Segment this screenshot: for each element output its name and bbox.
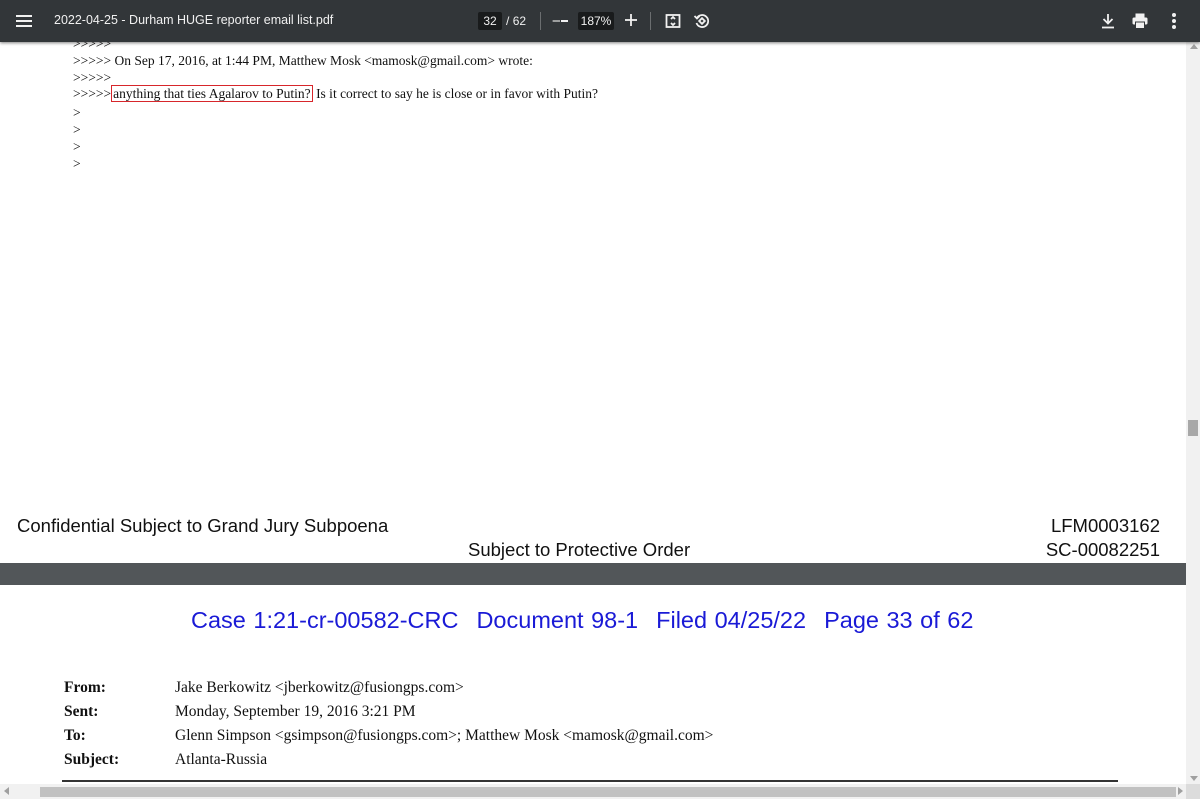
confidential-notice: Confidential Subject to Grand Jury Subpo… bbox=[17, 515, 389, 536]
vertical-scroll-thumb[interactable] bbox=[1188, 420, 1198, 436]
case-header: Case 1:21-cr-00582-CRC Document 98-1 Filed… bbox=[191, 607, 973, 634]
scroll-up-arrow-icon[interactable] bbox=[1190, 44, 1198, 49]
plus-icon bbox=[625, 14, 637, 26]
case-number: Case 1:21-cr-00582-CRC bbox=[191, 607, 459, 633]
quoted-line-highlighted: >>>>> anything that ties Agalarov to Puti… bbox=[73, 85, 598, 102]
download-icon bbox=[1102, 14, 1114, 29]
quote-prefix: >>>>> bbox=[73, 86, 112, 101]
toolbar-divider bbox=[650, 12, 651, 30]
horizontal-scroll-thumb[interactable] bbox=[40, 787, 1176, 797]
quoted-line: >>>>> On Sep 17, 2016, at 1:44 PM, Matth… bbox=[73, 53, 533, 68]
pdf-toolbar: 2022-04-25 - Durham HUGE reporter email … bbox=[0, 0, 1200, 42]
sent-label: Sent: bbox=[64, 703, 99, 720]
document-title: 2022-04-25 - Durham HUGE reporter email … bbox=[54, 13, 334, 27]
fit-to-page-icon bbox=[665, 14, 681, 28]
highlighted-text: anything that ties Agalarov to Putin? bbox=[111, 85, 313, 102]
document-number: Document 98-1 bbox=[476, 607, 639, 633]
quote-rest: Is it correct to say he is close or in f… bbox=[312, 86, 598, 101]
fit-to-page-button[interactable] bbox=[664, 12, 682, 30]
scrollbar-corner bbox=[1186, 784, 1200, 799]
vertical-scrollbar[interactable] bbox=[1186, 42, 1200, 784]
page-separator-band bbox=[0, 563, 1186, 585]
from-value: Jake Berkowitz <jberkowitz@fusiongps.com… bbox=[175, 679, 464, 696]
rotate-button[interactable] bbox=[692, 11, 712, 31]
print-button[interactable] bbox=[1130, 11, 1150, 31]
page-of: Page 33 of 62 bbox=[824, 607, 974, 633]
toolbar-divider bbox=[540, 12, 541, 30]
header-divider bbox=[62, 780, 1118, 782]
subject-label: Subject: bbox=[64, 751, 120, 768]
menu-icon[interactable] bbox=[14, 10, 38, 32]
filed-date: Filed 04/25/22 bbox=[656, 607, 807, 633]
sc-bates-number: SC-00082251 bbox=[1045, 539, 1160, 560]
from-label: From: bbox=[64, 679, 106, 696]
to-label: To: bbox=[64, 727, 86, 744]
page-count: / 62 bbox=[506, 14, 526, 28]
quoted-line: >>>>> bbox=[73, 70, 112, 85]
subject-value: Atlanta-Russia bbox=[175, 751, 268, 768]
download-button[interactable] bbox=[1099, 11, 1117, 31]
to-value: Glenn Simpson <gsimpson@fusiongps.com>; … bbox=[175, 727, 714, 744]
bates-number: LFM0003162 bbox=[1050, 515, 1160, 536]
pdf-page-33: Case 1:21-cr-00582-CRC Document 98-1 Filed… bbox=[0, 585, 1186, 784]
pdf-page-32: >>>>> >>>>> On Sep 17, 2016, at 1:44 PM,… bbox=[0, 42, 1186, 563]
protective-order-notice: Subject to Protective Order bbox=[468, 539, 691, 560]
quoted-line: > bbox=[73, 156, 81, 171]
zoom-out-button[interactable] bbox=[552, 12, 568, 30]
scroll-down-arrow-icon[interactable] bbox=[1190, 776, 1198, 781]
scroll-right-arrow-icon[interactable] bbox=[1178, 787, 1183, 795]
zoom-in-button[interactable] bbox=[622, 11, 640, 29]
quoted-line: >>>>> bbox=[73, 42, 112, 51]
scroll-left-arrow-icon[interactable] bbox=[4, 787, 9, 795]
quoted-line: > bbox=[73, 139, 81, 154]
quoted-line: > bbox=[73, 122, 81, 137]
page-separator: / bbox=[506, 14, 510, 28]
quoted-line: > bbox=[73, 105, 81, 120]
zoom-level-input[interactable]: 187% bbox=[578, 12, 614, 30]
print-icon bbox=[1132, 13, 1148, 29]
total-pages: 62 bbox=[512, 14, 527, 28]
rotate-icon bbox=[693, 14, 710, 28]
more-options-button[interactable] bbox=[1164, 11, 1184, 31]
minus-icon bbox=[552, 20, 560, 22]
more-vert-icon bbox=[1172, 13, 1176, 29]
sent-value: Monday, September 19, 2016 3:21 PM bbox=[175, 703, 416, 720]
current-page-input[interactable]: 32 bbox=[478, 12, 502, 30]
